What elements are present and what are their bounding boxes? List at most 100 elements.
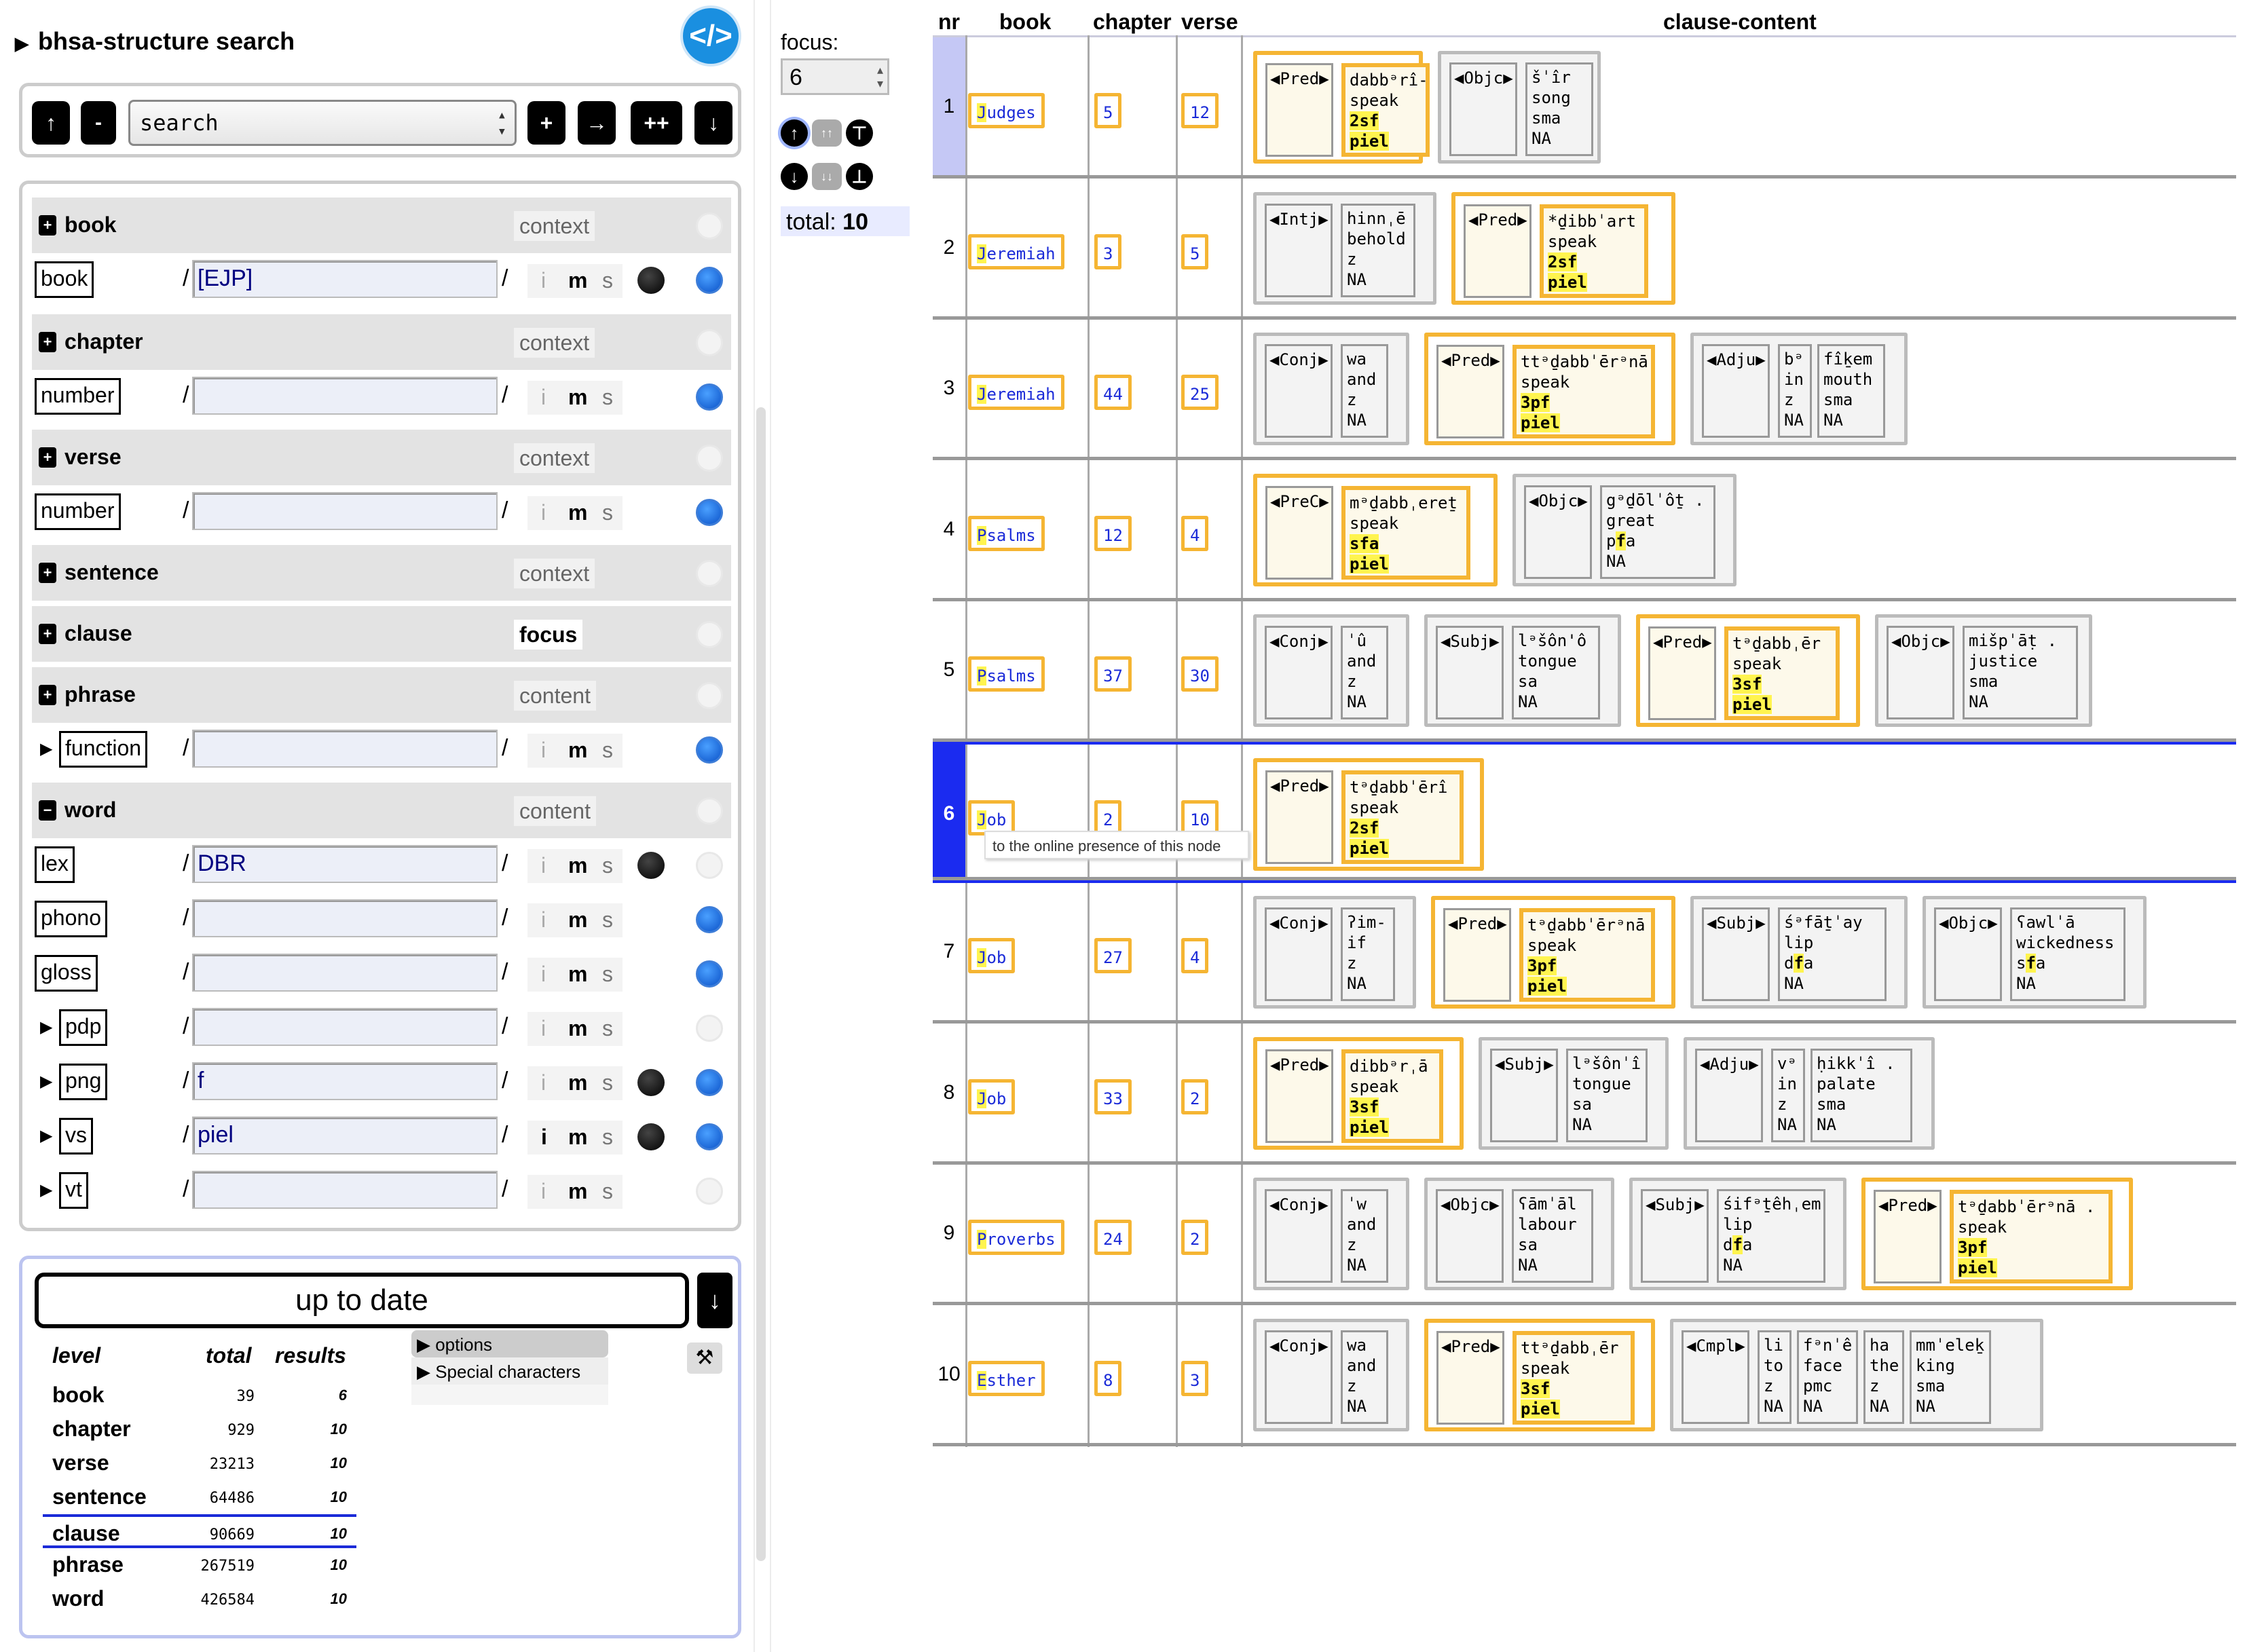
vs-input[interactable]: piel	[192, 1116, 498, 1154]
book-link[interactable]: Proverbs	[968, 1220, 1064, 1255]
level-context-toggle[interactable]: content	[514, 796, 596, 826]
verse-link[interactable]: 3	[1181, 1360, 1209, 1396]
focus-input[interactable]: 6 ▴ ▾	[781, 58, 889, 95]
flag-s[interactable]: s	[602, 738, 613, 763]
level-focus-toggle[interactable]: focus	[514, 620, 583, 650]
word-box[interactable]: tᵊḏabbˌēr speak 3sf piel	[1724, 626, 1840, 720]
phrase-box[interactable]: ◀Conj▶ ˈû and z NA	[1253, 614, 1409, 727]
word-box[interactable]: gᵊḏōlˈôṯ . great pfa NA	[1600, 485, 1715, 579]
word-box[interactable]: tᵊḏabbˈērî speak 2sf piel	[1341, 770, 1464, 864]
flag-m[interactable]: m	[568, 1016, 587, 1041]
word-box[interactable]: ʔim-if z NA	[1341, 907, 1395, 1001]
app-title[interactable]: ▶ bhsa-structure search	[15, 27, 295, 56]
phrase-box[interactable]: ◀Cmpl▶ li to z NA fᵊnˈê face pmc NA ha the z NA mmˈel…	[1670, 1318, 2043, 1431]
word-box[interactable]: fᵊnˈê face pmc NA	[1797, 1330, 1858, 1424]
flag-s[interactable]: s	[602, 385, 613, 410]
book-link[interactable]: Esther	[968, 1360, 1045, 1396]
flag-m[interactable]: m	[568, 907, 587, 933]
verse-link[interactable]: 4	[1181, 515, 1209, 551]
logo-icon[interactable]: </>	[683, 8, 739, 64]
word-box[interactable]: wa and z NA	[1341, 344, 1388, 438]
flag-s[interactable]: s	[602, 907, 613, 933]
options-toggle[interactable]: ▶ options	[411, 1330, 608, 1357]
word-box[interactable]: lᵊšônˈî tongue sa NA	[1566, 1048, 1648, 1142]
phrase-box[interactable]: ◀Pred▶ *ḏibbˈart speak 2sf piel	[1451, 191, 1675, 305]
phrase-box[interactable]: ◀Intj▶ hinnˌē behold z NA	[1253, 191, 1436, 305]
active-dot[interactable]	[637, 1069, 665, 1096]
level-toggle-dot[interactable]	[696, 682, 723, 709]
flag-i[interactable]: i	[541, 853, 546, 878]
word-box[interactable]: *ḏibbˈart speak 2sf piel	[1540, 204, 1648, 298]
flag-i[interactable]: i	[541, 385, 546, 410]
word-box[interactable]: mišpˈāṭ . justice sma NA	[1963, 626, 2078, 719]
phrase-box[interactable]: ◀Pred▶ tᵊḏabbˈērᵊnā speak 3pf piel	[1431, 896, 1675, 1009]
next-page-icon[interactable]: ↓↓	[812, 163, 842, 190]
flag-i[interactable]: i	[541, 500, 546, 525]
chapter-link[interactable]: 2	[1094, 800, 1122, 836]
phrase-box[interactable]: ◀Subj▶ lᵊšôn'ô tongue sa NA	[1424, 614, 1621, 727]
phrase-box[interactable]: ◀Adju▶ vᵊ in z NA ḥikkˈî . palate sma NA	[1684, 1036, 1935, 1150]
level-context-toggle[interactable]: content	[514, 681, 596, 711]
word-box[interactable]: ʕawlˈā wickedness sfa NA	[2010, 907, 2125, 1001]
flag-i[interactable]: i	[541, 1179, 546, 1204]
book-link[interactable]: Psalms	[968, 656, 1045, 692]
flag-m[interactable]: m	[568, 1179, 587, 1204]
flag-s[interactable]: s	[602, 1016, 613, 1041]
show-dot[interactable]	[696, 383, 723, 411]
word-box[interactable]: bᵊ in z NA	[1778, 344, 1812, 438]
active-dot[interactable]	[637, 1123, 665, 1150]
phrase-box[interactable]: ◀Pred▶ ttᵊḏabbˈērᵊnā speak 3pf piel	[1424, 333, 1675, 445]
field-name[interactable]: number	[35, 378, 121, 415]
word-box[interactable]: hinnˌē behold z NA	[1341, 203, 1415, 297]
phrase-box[interactable]: ◀Objc▶ gᵊḏōlˈôṯ . great pfa NA	[1512, 473, 1737, 586]
field-name[interactable]: vt	[59, 1172, 88, 1209]
flag-i[interactable]: i	[541, 907, 546, 933]
verse-link[interactable]: 2	[1181, 1078, 1209, 1114]
phrase-box[interactable]: ◀Objc▶ ʕawlˈā wickedness sfa NA	[1923, 896, 2147, 1009]
level-toggle-dot[interactable]	[696, 560, 723, 587]
phrase-box[interactable]: ◀Conj▶ ˈw and z NA	[1253, 1178, 1409, 1290]
flag-s[interactable]: s	[602, 962, 613, 987]
chapter-link[interactable]: 24	[1094, 1220, 1132, 1255]
show-dot[interactable]	[696, 1069, 723, 1096]
phrase-box[interactable]: ◀Subj▶ śᵊfāṯˈay lip dfa NA	[1690, 896, 1908, 1009]
book-link[interactable]: Job	[968, 938, 1016, 973]
prev-up-button[interactable]: ↑	[32, 101, 70, 145]
gloss-input[interactable]	[192, 954, 498, 992]
word-box[interactable]: śᵊfāṯˈay lip dfa NA	[1778, 907, 1887, 1001]
expand-plus-icon[interactable]: +	[39, 332, 56, 352]
flag-i[interactable]: i	[541, 738, 546, 763]
function-input[interactable]	[192, 730, 498, 768]
active-dot[interactable]	[637, 267, 665, 294]
level-toggle-dot[interactable]	[696, 329, 723, 356]
phono-input[interactable]	[192, 899, 498, 937]
field-name[interactable]: phono	[35, 901, 107, 937]
expand-plus-icon[interactable]: +	[39, 447, 56, 468]
flag-s[interactable]: s	[602, 853, 613, 878]
word-box[interactable]: wa and z NA	[1341, 1330, 1388, 1424]
level-toggle-dot[interactable]	[696, 797, 723, 825]
phrase-box[interactable]: ◀Pred▶ dabbᵊrî-speak 2sf piel	[1253, 51, 1430, 164]
chapter-link[interactable]: 5	[1094, 93, 1122, 128]
lex-input[interactable]: DBR	[192, 845, 498, 883]
plus-button[interactable]: +	[527, 101, 565, 145]
book-link[interactable]: Psalms	[968, 515, 1045, 551]
field-name[interactable]: book	[35, 261, 94, 298]
show-dot[interactable]	[696, 1123, 723, 1150]
book-link[interactable]: Job	[968, 800, 1016, 836]
chapter-link[interactable]: 33	[1094, 1078, 1132, 1114]
first-icon[interactable]: ⊤	[846, 119, 873, 147]
phrase-box[interactable]: ◀Pred▶ dibbᵊrˌā speak 3sf piel	[1253, 1036, 1464, 1150]
phrase-box[interactable]: ◀Adju▶ bᵊ in z NA fîḵem mouth sma NA	[1690, 333, 1908, 445]
expand-triangle-icon[interactable]: ▶	[40, 1180, 52, 1200]
flag-m[interactable]: m	[568, 268, 587, 293]
expand-plus-icon[interactable]: +	[39, 563, 56, 583]
verse-link[interactable]: 4	[1181, 938, 1209, 973]
word-box[interactable]: vᵊ in z NA	[1771, 1048, 1805, 1142]
next-button[interactable]: →	[578, 101, 616, 145]
book-link[interactable]: Jeremiah	[968, 375, 1064, 410]
flag-s[interactable]: s	[602, 1125, 613, 1150]
chapter-link[interactable]: 44	[1094, 375, 1132, 410]
word-box[interactable]: ha the z NA	[1863, 1330, 1904, 1424]
flag-i[interactable]: i	[541, 1070, 546, 1095]
